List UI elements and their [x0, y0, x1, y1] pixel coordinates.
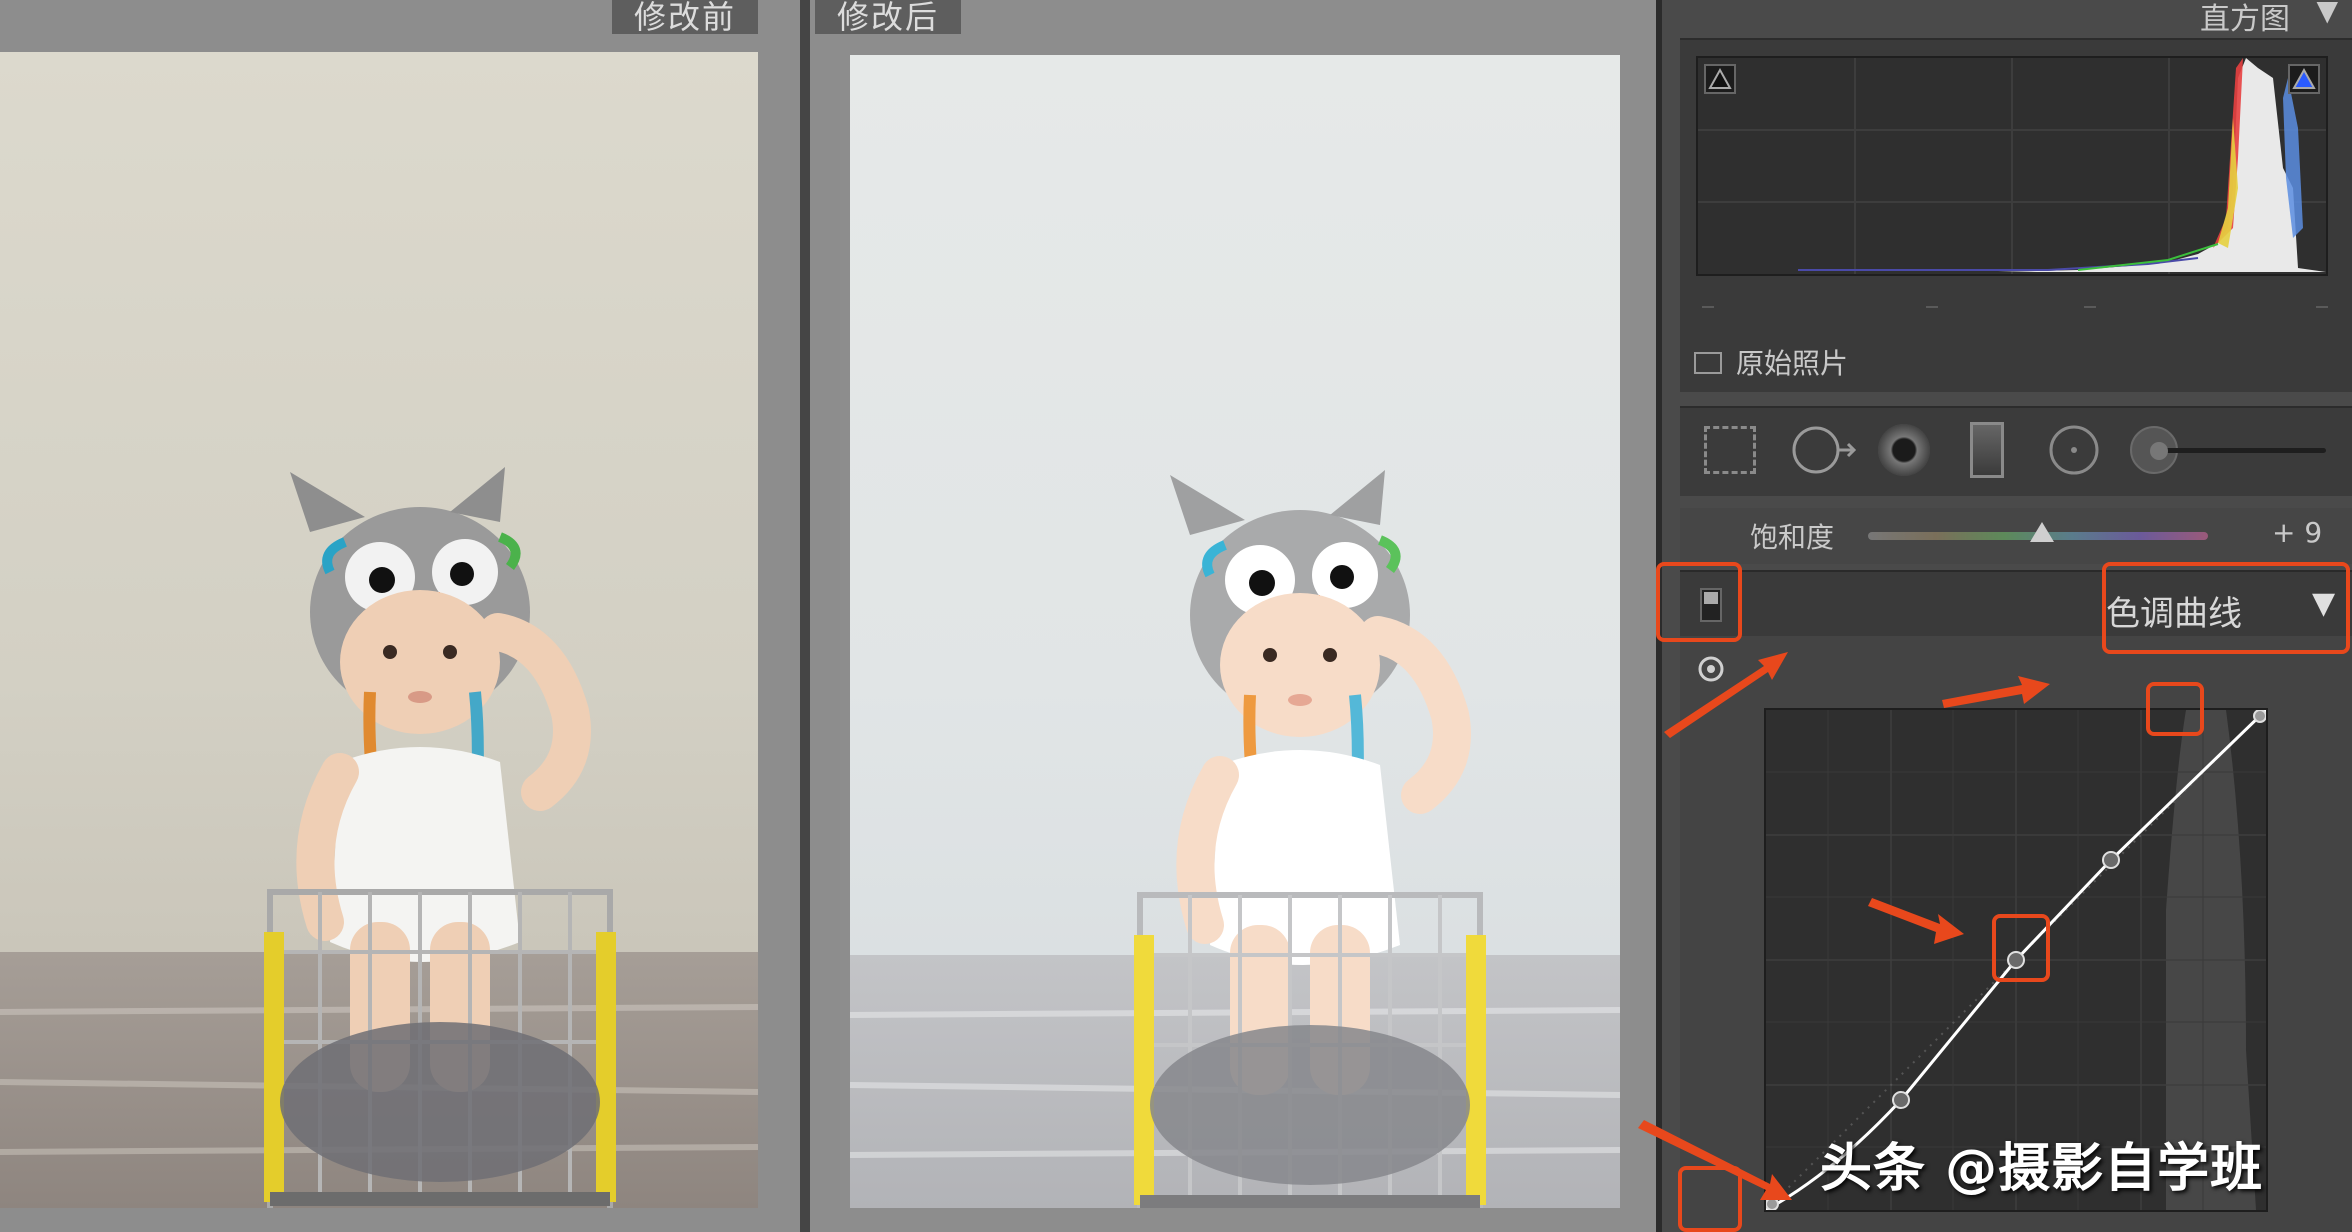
saturation-row: 饱和度 + 9 [1680, 508, 2352, 564]
watermark-text: 头条 @摄影自学班 [1820, 1139, 2264, 1199]
clipping-highlight-icon[interactable] [2288, 64, 2320, 94]
adjustment-brush-icon[interactable] [2130, 426, 2330, 474]
histogram-tick [1926, 306, 1938, 308]
saturation-label: 饱和度 [1750, 521, 1835, 554]
dropdown-triangle-icon[interactable]: ▼ [2316, 0, 2338, 27]
after-pane: 修改后 [810, 0, 1656, 1232]
radial-filter-icon[interactable] [2048, 424, 2100, 476]
after-label: 修改后 [815, 0, 962, 34]
before-pane: 修改前 [0, 0, 800, 1232]
histogram-section: 原始照片 [1680, 38, 2352, 392]
curve-control-point[interactable] [2253, 709, 2267, 723]
pane-divider[interactable] [800, 0, 810, 1232]
graduated-filter-icon[interactable] [1970, 422, 2004, 478]
highlight-point-bottom [1678, 1166, 1742, 1232]
histogram-tick [2084, 306, 2096, 308]
red-eye-icon[interactable] [1878, 424, 1930, 476]
before-photo-image [0, 52, 758, 1208]
curve-control-point[interactable] [1892, 1091, 1910, 1109]
histogram-title: 直方图 [2200, 2, 2290, 37]
develop-panel: 直方图 ▼ 原始照片 饱和度 + 9 色调曲线 ▼ 头条 @摄影自学班 [1638, 0, 2352, 1232]
curve-control-point[interactable] [1765, 1197, 1779, 1211]
before-photo[interactable] [0, 52, 758, 1208]
highlight-tone-curve-title [2102, 562, 2350, 654]
before-label: 修改前 [612, 0, 759, 34]
saturation-value: + 9 [2272, 516, 2323, 549]
saturation-slider-thumb[interactable] [2030, 522, 2054, 542]
tool-strip [1680, 406, 2352, 496]
histogram-header[interactable]: 直方图 ▼ [1662, 0, 2352, 37]
target-adjust-icon[interactable] [1696, 654, 1726, 684]
original-photo-label: 原始照片 [1736, 347, 1849, 380]
after-photo-image [850, 55, 1620, 1208]
histogram-chart [1696, 56, 2328, 276]
histogram-tick [1702, 306, 1714, 308]
histogram-tick [2316, 306, 2328, 308]
crop-overlay-icon[interactable] [1704, 426, 1756, 474]
highlight-toggle [1656, 562, 1742, 642]
original-photo-checkbox[interactable] [1694, 352, 1722, 374]
spot-removal-icon[interactable] [1792, 424, 1862, 476]
after-photo[interactable] [850, 55, 1620, 1208]
histogram-graph [1698, 58, 2326, 274]
highlight-point-top [2146, 682, 2204, 736]
clipping-shadow-icon[interactable] [1704, 64, 1736, 94]
highlight-point-mid [1992, 914, 2050, 982]
curve-control-point[interactable] [2102, 851, 2120, 869]
